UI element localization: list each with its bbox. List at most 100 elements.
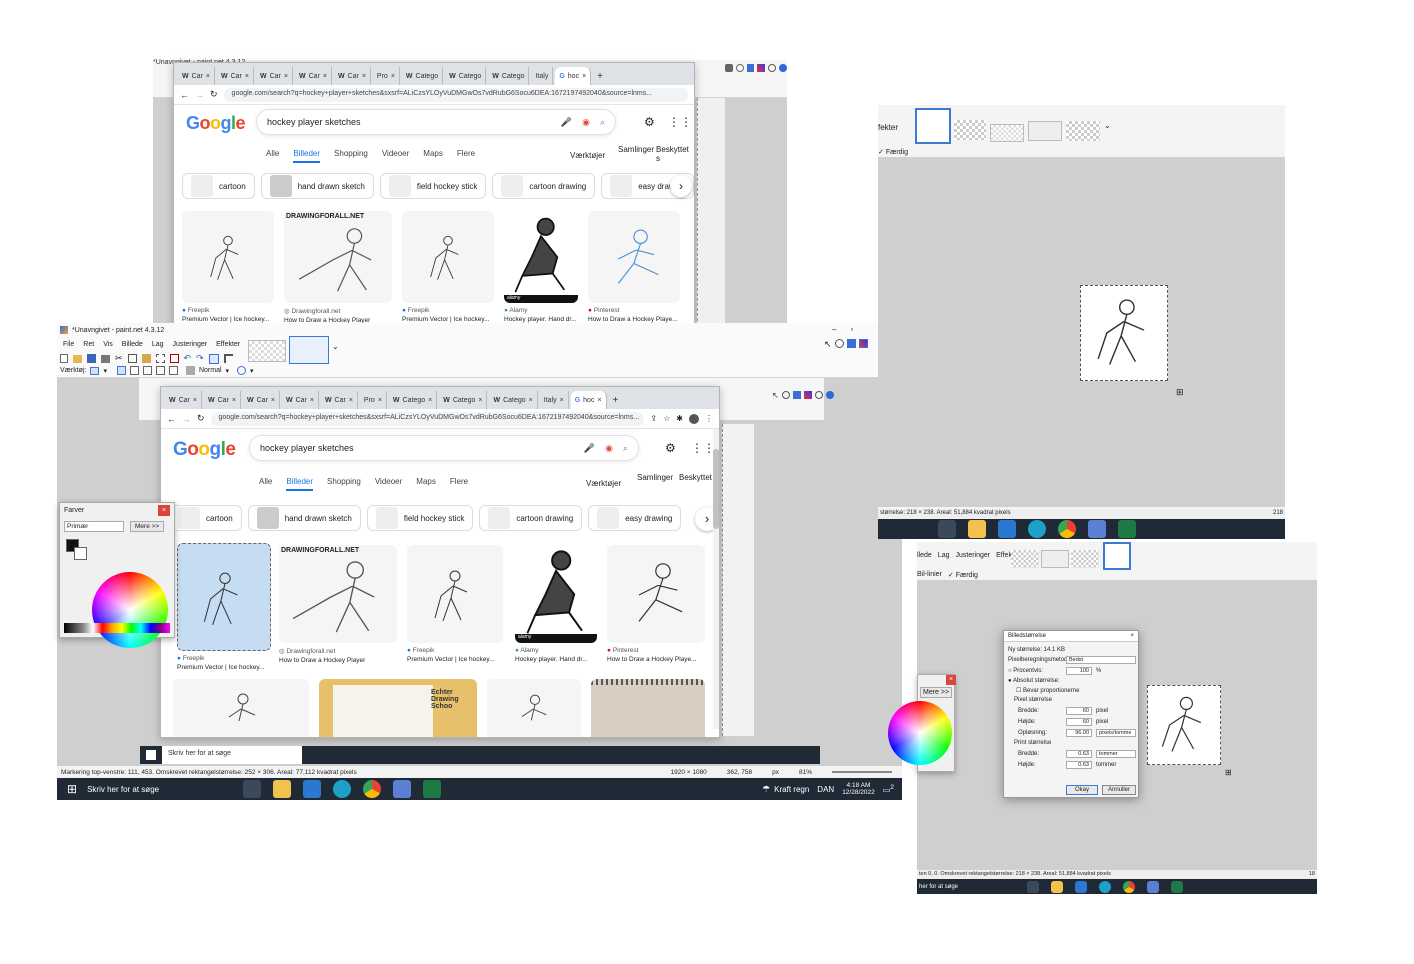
layers-icon[interactable] bbox=[746, 64, 755, 72]
colors-icon[interactable] bbox=[757, 64, 766, 72]
move-handle-icon[interactable]: ⊞ bbox=[1176, 387, 1184, 398]
clock-date[interactable]: 12/28/2022 bbox=[842, 789, 875, 796]
menu-effekter[interactable]: Effekter bbox=[216, 341, 240, 348]
units-selector[interactable]: px bbox=[772, 769, 779, 776]
close-icon[interactable]: × bbox=[158, 504, 170, 516]
image-tab-thumb[interactable] bbox=[1028, 121, 1062, 141]
extensions-icon[interactable]: ✱ bbox=[676, 414, 683, 423]
result-image[interactable] bbox=[402, 211, 494, 303]
mic-icon[interactable]: 🎤 bbox=[584, 443, 595, 454]
image-tab-thumb[interactable] bbox=[1071, 550, 1099, 568]
result-card[interactable] bbox=[591, 679, 705, 737]
browser-tab[interactable]: W Car × bbox=[204, 391, 241, 409]
print-height-input[interactable]: 0.63 bbox=[1066, 761, 1092, 769]
chip-cartoon[interactable]: cartoon bbox=[182, 173, 255, 199]
explorer-icon[interactable] bbox=[273, 780, 292, 798]
settings-icon[interactable] bbox=[768, 64, 777, 72]
task-view-icon[interactable] bbox=[1027, 880, 1039, 893]
start-icon[interactable]: ⊞ bbox=[67, 782, 77, 796]
menu-file[interactable]: File bbox=[63, 341, 74, 348]
blend-mode-dropdown[interactable]: Normal bbox=[199, 367, 222, 374]
language-indicator[interactable]: DAN bbox=[817, 785, 834, 794]
result-card[interactable]: alamy ● Alamy Hockey player. Hand dr... bbox=[504, 211, 578, 323]
browser-tab[interactable]: W Car × bbox=[165, 391, 202, 409]
paintnet-icon[interactable] bbox=[1147, 880, 1159, 893]
result-card[interactable]: DRAWINGFORALL.NET ◎ Drawingforall.net Ho… bbox=[284, 211, 392, 324]
result-image[interactable] bbox=[591, 679, 705, 737]
image-tab-thumb-active[interactable] bbox=[289, 336, 329, 364]
task-view-icon[interactable] bbox=[938, 520, 956, 538]
weather-text[interactable]: Kraft regn bbox=[774, 785, 809, 794]
menu-effekter[interactable]: fekter bbox=[878, 123, 898, 132]
new-tab-button[interactable]: + bbox=[609, 391, 623, 409]
result-card[interactable] bbox=[487, 679, 581, 737]
move-handle-icon[interactable]: ⊞ bbox=[1225, 768, 1232, 777]
browser-tab[interactable]: W Car × bbox=[321, 391, 358, 409]
result-card[interactable]: alamy ● Alamy Hockey player. Hand dr... bbox=[515, 545, 597, 663]
edge-icon[interactable] bbox=[1099, 880, 1111, 893]
result-title[interactable]: Premium Vector | Ice hockey... bbox=[177, 664, 271, 671]
print-icon[interactable] bbox=[101, 354, 110, 363]
keep-ratio-checkbox[interactable]: ☐ Bevar proportionerne bbox=[1016, 687, 1079, 694]
new-file-icon[interactable] bbox=[60, 354, 68, 363]
layers-icon[interactable] bbox=[846, 339, 856, 348]
tab-videoer[interactable]: Videoer bbox=[375, 477, 402, 491]
result-image[interactable] bbox=[182, 211, 274, 303]
browser-tab[interactable]: Pro × bbox=[360, 391, 387, 409]
image-tab-thumb[interactable] bbox=[990, 124, 1024, 142]
result-card[interactable]: ● Freepik Premium Vector | Ice hockey... bbox=[402, 211, 494, 323]
google-search-box[interactable]: hockey player sketches 🎤 ◉ ⌕ bbox=[256, 109, 616, 135]
image-tab-thumb-active[interactable] bbox=[1103, 542, 1131, 570]
color-palette-strip[interactable] bbox=[64, 623, 170, 633]
edge-icon[interactable] bbox=[333, 780, 352, 798]
share-icon[interactable]: ⇪ bbox=[650, 414, 657, 423]
chip-hand-drawn[interactable]: hand drawn sketch bbox=[260, 173, 374, 199]
excel-icon[interactable] bbox=[423, 780, 442, 798]
tab-alle[interactable]: Alle bbox=[266, 149, 279, 163]
tab-billeder[interactable]: Billeder bbox=[293, 149, 321, 163]
browser-tab[interactable]: W Catego × bbox=[489, 391, 538, 409]
back-icon[interactable]: ← bbox=[167, 414, 176, 424]
tools-button[interactable]: Værktøjer bbox=[586, 479, 621, 488]
settings-gear-icon[interactable]: ⚙ bbox=[644, 115, 655, 129]
close-icon[interactable]: × bbox=[1130, 633, 1134, 639]
crop-icon[interactable] bbox=[155, 354, 165, 363]
browser-tab-active[interactable]: Ghoc × bbox=[555, 67, 592, 85]
chrome-icon[interactable] bbox=[1123, 880, 1135, 893]
mic-icon[interactable]: 🎤 bbox=[561, 117, 572, 128]
image-tab-thumb[interactable] bbox=[248, 340, 286, 362]
result-image[interactable] bbox=[607, 545, 705, 643]
browser-tab[interactable]: Pro × bbox=[373, 67, 400, 85]
browser-tab[interactable]: W Car × bbox=[256, 67, 293, 85]
taskbar-search[interactable]: her for at søge bbox=[917, 884, 987, 890]
chip-cartoon-drawing[interactable]: cartoon drawing bbox=[492, 173, 596, 199]
print-unit-select[interactable]: tommer bbox=[1096, 750, 1136, 758]
percent-input[interactable]: 100 bbox=[1066, 667, 1092, 675]
pointer-icon[interactable]: ↖ bbox=[772, 391, 779, 400]
more-button[interactable]: Mere >> bbox=[920, 687, 953, 698]
result-card[interactable]: ● Freepik Premium Vector | Ice hockey... bbox=[182, 211, 274, 323]
google-search-box[interactable]: hockey player sketches 🎤 ◉ ⌕ bbox=[249, 435, 639, 461]
browser-tab[interactable]: W Catego × bbox=[439, 391, 488, 409]
result-image[interactable]: alamy bbox=[504, 211, 578, 303]
help-icon[interactable] bbox=[825, 391, 834, 399]
mail-icon[interactable] bbox=[1075, 880, 1087, 893]
pointer-icon[interactable]: ↖ bbox=[824, 339, 832, 350]
selection-mode-union-icon[interactable] bbox=[129, 366, 139, 375]
result-image[interactable] bbox=[487, 679, 581, 737]
image-tab-thumb-active[interactable] bbox=[915, 108, 951, 144]
tools-button[interactable]: Værktøjer bbox=[570, 151, 605, 160]
absolute-radio[interactable]: ● Absolut størrelse: bbox=[1008, 678, 1060, 684]
menu-justeringer[interactable]: Justeringer bbox=[173, 341, 208, 348]
browser-tab[interactable]: W Catego bbox=[402, 67, 444, 85]
browser-tab[interactable]: W Car × bbox=[217, 67, 254, 85]
browser-tab[interactable]: W Car × bbox=[295, 67, 332, 85]
ruler-icon[interactable] bbox=[223, 354, 233, 363]
browser-tab[interactable]: W Car × bbox=[282, 391, 319, 409]
result-image[interactable]: alamy bbox=[515, 545, 597, 643]
excel-icon[interactable] bbox=[1118, 520, 1136, 538]
result-title[interactable]: How to Draw a Hockey Playe... bbox=[588, 316, 680, 323]
blend-dropdown-icon[interactable]: ▾ bbox=[226, 367, 230, 375]
settings-icon[interactable] bbox=[814, 391, 823, 399]
browser-tab[interactable]: W Catego bbox=[488, 67, 530, 85]
